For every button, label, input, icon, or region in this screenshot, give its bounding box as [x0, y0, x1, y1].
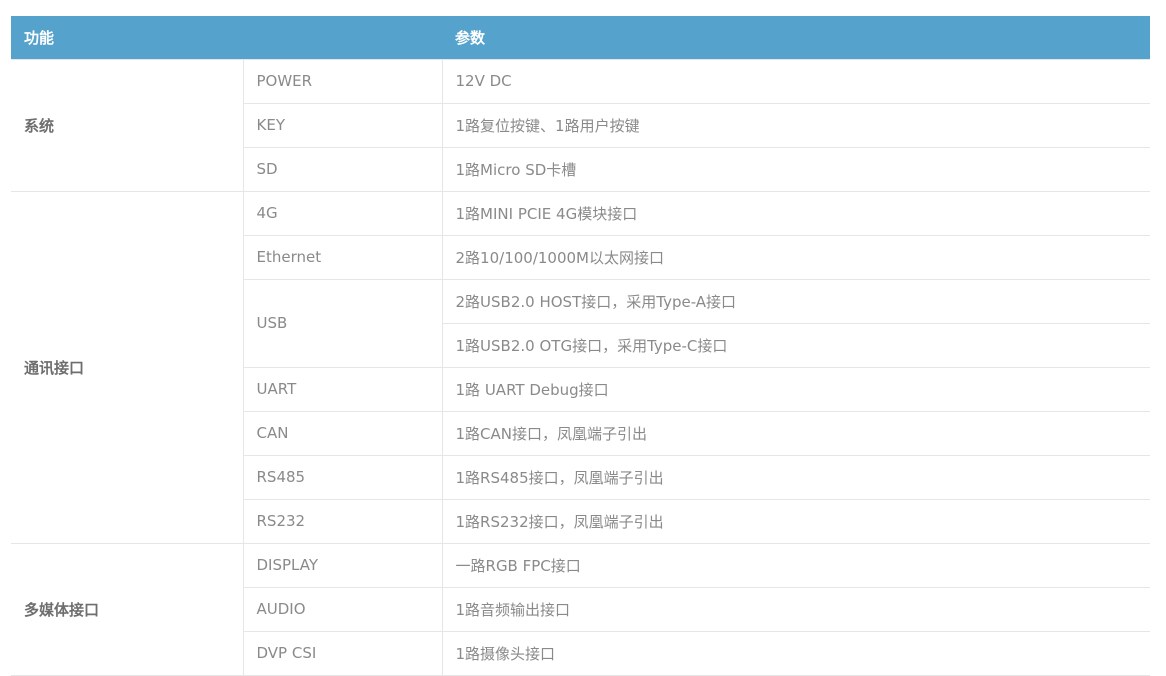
table-row: 系统 POWER 12V DC — [11, 58, 1151, 192]
row-value: 1路CAN接口，凤凰端子引出 — [441, 410, 1151, 456]
row-name: DISPLAY — [242, 542, 443, 588]
row-value: 1路摄像头接口 — [441, 630, 1151, 676]
row-name: 4G — [242, 190, 443, 236]
group-label-comm: 通讯接口 — [11, 190, 244, 544]
row-value: 1路Micro SD卡槽 — [441, 146, 1151, 192]
table-row: 通讯接口 4G 1路MINI PCIE 4G模块接口 — [11, 190, 1151, 544]
row-value: 12V DC — [441, 58, 1151, 104]
group-label-media: 多媒体接口 — [11, 542, 244, 676]
row-value: 1路RS232接口，凤凰端子引出 — [441, 498, 1151, 544]
row-value: 1路音频输出接口 — [441, 586, 1151, 632]
row-value: 2路10/100/1000M以太网接口 — [441, 234, 1151, 280]
row-value: 1路MINI PCIE 4G模块接口 — [441, 190, 1151, 236]
table-row: 多媒体接口 DISPLAY 一路RGB FPC接口 — [11, 542, 1151, 676]
row-name: POWER — [242, 58, 443, 104]
group-label-system: 系统 — [11, 58, 244, 192]
row-name: RS232 — [242, 498, 443, 544]
row-name: CAN — [242, 410, 443, 456]
spec-table-container: 功能 参数 系统 POWER 12V DC KEY 1路复位按键、1路用户按键 … — [11, 16, 1151, 676]
row-name: SD — [242, 146, 443, 192]
row-name: AUDIO — [242, 586, 443, 632]
row-value: 1路RS485接口，凤凰端子引出 — [441, 454, 1151, 500]
header-function: 功能 — [11, 16, 443, 59]
row-name: Ethernet — [242, 234, 443, 280]
table-header-row: 功能 参数 — [11, 16, 1151, 59]
row-name: KEY — [242, 102, 443, 148]
row-name: USB — [242, 278, 443, 368]
header-parameter: 参数 — [442, 16, 1151, 59]
row-value: 1路复位按键、1路用户按键 — [441, 102, 1151, 148]
row-value: 一路RGB FPC接口 — [441, 542, 1151, 588]
spec-table: 功能 参数 系统 POWER 12V DC KEY 1路复位按键、1路用户按键 … — [11, 16, 1151, 676]
row-value: 1路 UART Debug接口 — [441, 366, 1151, 412]
row-name: DVP CSI — [242, 630, 443, 676]
row-value: 2路USB2.0 HOST接口，采用Type-A接口 — [441, 278, 1151, 324]
row-name: RS485 — [242, 454, 443, 500]
row-value: 1路USB2.0 OTG接口，采用Type-C接口 — [441, 322, 1151, 368]
row-name: UART — [242, 366, 443, 412]
